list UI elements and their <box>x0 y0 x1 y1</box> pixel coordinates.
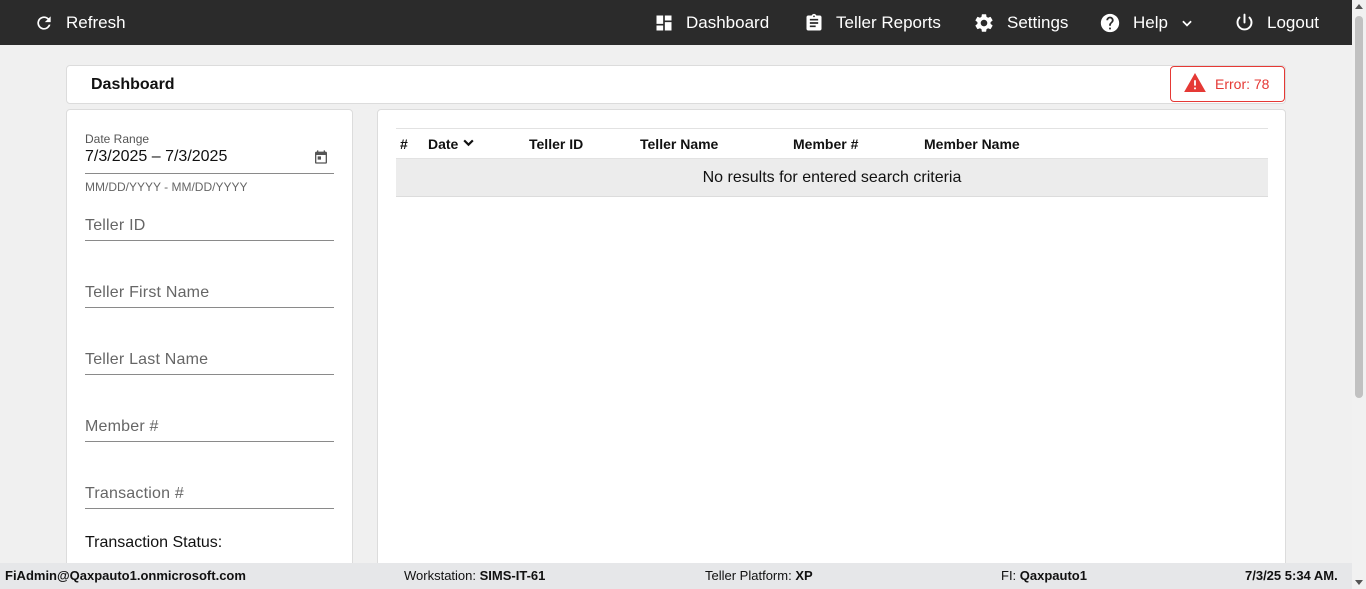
logout-label: Logout <box>1267 12 1319 32</box>
date-range-label: Date Range <box>85 132 150 146</box>
member-number-input[interactable] <box>85 418 334 436</box>
status-fi-label: FI: <box>1001 568 1017 583</box>
chevron-down-icon <box>1180 16 1194 30</box>
teller-id-field <box>85 205 334 241</box>
gear-icon <box>973 12 995 34</box>
column-header-date-label: Date <box>428 136 459 152</box>
refresh-label: Refresh <box>66 12 126 32</box>
filter-panel: Date Range 7/3/2025 – 7/3/2025 MM/DD/YYY… <box>66 109 353 569</box>
error-count-label: Error: 78 <box>1215 76 1270 92</box>
date-range-underline <box>85 173 334 174</box>
date-range-hint: MM/DD/YYYY - MM/DD/YYYY <box>85 180 248 194</box>
status-platform-label: Teller Platform: <box>705 568 792 583</box>
calendar-icon[interactable] <box>313 149 329 170</box>
page-title: Dashboard <box>91 76 175 93</box>
teller-last-name-field <box>85 339 334 375</box>
transaction-status-label: Transaction Status: <box>85 534 223 551</box>
status-platform: Teller Platform: XP <box>705 568 813 583</box>
column-header-number[interactable]: # <box>400 136 408 152</box>
status-fi-value: Qaxpauto1 <box>1019 568 1087 583</box>
empty-results-row: No results for entered search criteria <box>396 159 1268 197</box>
warning-icon <box>1184 73 1206 95</box>
status-workstation: Workstation: SIMS-IT-61 <box>404 568 545 583</box>
column-header-teller-id[interactable]: Teller ID <box>529 136 583 152</box>
column-header-member-name[interactable]: Member Name <box>924 136 1020 152</box>
status-user: FiAdmin@Qaxpauto1.onmicrosoft.com <box>5 568 246 583</box>
table-header: # Date Teller ID Teller Name Member # Me… <box>396 128 1268 159</box>
power-icon <box>1234 12 1255 33</box>
results-panel: # Date Teller ID Teller Name Member # Me… <box>377 109 1286 569</box>
date-range-input[interactable]: 7/3/2025 – 7/3/2025 <box>85 148 227 166</box>
scroll-down-arrow-icon[interactable] <box>1355 580 1363 585</box>
status-datetime-value: 7/3/25 5:34 AM. <box>1245 568 1338 583</box>
nav-dashboard[interactable]: Dashboard <box>654 0 769 45</box>
status-datetime: 7/3/25 5:34 AM. <box>1245 568 1338 583</box>
nav-dashboard-label: Dashboard <box>686 12 770 32</box>
refresh-button[interactable]: Refresh <box>34 0 126 45</box>
status-user-value: FiAdmin@Qaxpauto1.onmicrosoft.com <box>5 568 246 583</box>
transaction-number-input[interactable] <box>85 485 334 503</box>
column-header-teller-name[interactable]: Teller Name <box>640 136 718 152</box>
column-header-member-number[interactable]: Member # <box>793 136 858 152</box>
logout-button[interactable]: Logout <box>1234 0 1319 45</box>
top-nav-bar: Refresh Dashboard Teller Reports Setting… <box>0 0 1352 45</box>
column-header-date[interactable]: Date <box>428 136 475 152</box>
nav-settings[interactable]: Settings <box>973 0 1068 45</box>
nav-settings-label: Settings <box>1007 12 1069 32</box>
nav-teller-reports[interactable]: Teller Reports <box>804 0 941 45</box>
nav-help-label: Help <box>1133 12 1168 32</box>
refresh-icon <box>34 13 54 33</box>
status-workstation-label: Workstation: <box>404 568 477 583</box>
sort-desc-icon <box>458 136 475 152</box>
teller-last-name-input[interactable] <box>85 351 334 369</box>
nav-teller-reports-label: Teller Reports <box>836 12 941 32</box>
error-button[interactable]: Error: 78 <box>1170 66 1285 102</box>
empty-results-message: No results for entered search criteria <box>702 168 962 186</box>
status-platform-value: XP <box>795 568 813 583</box>
clipboard-icon <box>804 12 824 34</box>
dashboard-icon <box>654 13 674 33</box>
scroll-up-arrow-icon[interactable] <box>1355 4 1363 9</box>
status-fi: FI: Qaxpauto1 <box>1001 568 1087 583</box>
teller-first-name-field <box>85 272 334 308</box>
status-bar: FiAdmin@Qaxpauto1.onmicrosoft.com Workst… <box>0 563 1352 589</box>
help-icon <box>1099 12 1121 34</box>
transaction-number-field <box>85 473 334 509</box>
scrollbar-thumb[interactable] <box>1355 16 1363 398</box>
status-workstation-value: SIMS-IT-61 <box>479 568 546 583</box>
page-header: Dashboard Error: 78 <box>66 65 1286 104</box>
member-number-field <box>85 406 334 442</box>
teller-id-input[interactable] <box>85 217 334 235</box>
vertical-scrollbar[interactable] <box>1352 0 1366 589</box>
nav-help[interactable]: Help <box>1099 0 1194 45</box>
teller-first-name-input[interactable] <box>85 284 334 302</box>
